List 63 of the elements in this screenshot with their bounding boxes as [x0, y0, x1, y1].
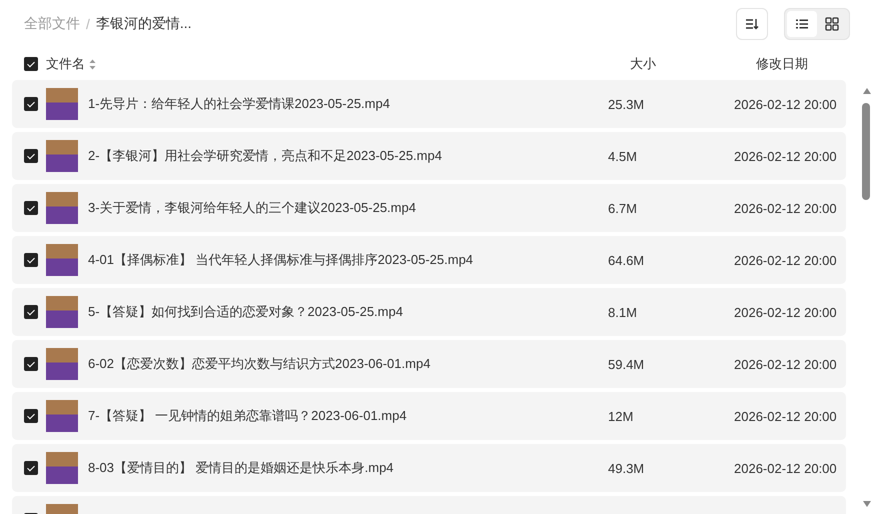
- checkbox[interactable]: [24, 305, 38, 319]
- breadcrumb-item: 李银河的爱情...: [96, 14, 192, 32]
- view-toggle-button[interactable]: [787, 11, 817, 37]
- list-view-icon: [795, 17, 809, 31]
- file-row[interactable]: 5-【答疑】如何找到合适的恋爱对象？2023-05-25.mp4 8.1M 2026-02-12 20:00: [12, 288, 846, 336]
- modified-date: 2026-02-12 20:00: [734, 408, 837, 424]
- modified-date: 2026-02-12 20:00: [734, 460, 837, 476]
- video-thumbnail: [46, 452, 78, 484]
- file-row[interactable]: 3-关于爱情，李银河给年轻人的三个建议2023-05-25.mp4 6.7M 2026-02-12 20:00: [12, 184, 846, 232]
- file-name: 3-关于爱情，李银河给年轻人的三个建议2023-05-25.mp4: [88, 199, 417, 217]
- video-thumbnail: [46, 400, 78, 432]
- video-thumbnail: [46, 192, 78, 224]
- file-size: 59.4M: [608, 356, 646, 372]
- file-name: 6-02【恋爱次数】恋爱平均次数与结识方式2023-06-01.mp4: [88, 355, 432, 373]
- file-name: 4-01【择偶标准】 当代年轻人择偶标准与择偶排序2023-05-25.mp4: [88, 251, 474, 269]
- checkbox[interactable]: [24, 57, 38, 71]
- checkbox[interactable]: [24, 149, 38, 163]
- file-size: 12M: [608, 408, 634, 424]
- checkbox[interactable]: [24, 253, 38, 267]
- sort-button[interactable]: [736, 8, 768, 40]
- video-thumbnail: [46, 348, 78, 380]
- file-row[interactable]: 7-【答疑】 一见钟情的姐弟恋靠谱吗？2023-06-01.mp4 12M 2026-02-12 20:00: [12, 392, 846, 440]
- breadcrumb-separator-icon: /: [86, 16, 90, 32]
- modified-date: 2026-02-12 20:00: [734, 304, 837, 320]
- file-size: 49.3M: [608, 460, 646, 476]
- file-name: 5-【答疑】如何找到合适的恋爱对象？2023-05-25.mp4: [88, 303, 404, 321]
- checkbox[interactable]: [24, 201, 38, 215]
- modified-date: 2026-02-12 20:00: [734, 148, 837, 164]
- file-row[interactable]: 2-【李银河】用社会学研究爱情，亮点和不足2023-05-25.mp4 4.5M 2026-02-12 20:00: [12, 132, 846, 180]
- file-name: 1-先导片：给年轻人的社会学爱情课2023-05-25.mp4: [88, 95, 391, 113]
- scrollbar-thumb[interactable]: [862, 103, 870, 200]
- checkbox[interactable]: [24, 357, 38, 371]
- checkbox[interactable]: [24, 409, 38, 423]
- column-header[interactable]: 大小: [630, 55, 656, 73]
- modified-date: 2026-02-12 20:00: [734, 356, 837, 372]
- file-row[interactable]: 6-02【恋爱次数】恋爱平均次数与结识方式2023-06-01.mp4 59.4M 2026-02-12 20:00: [12, 340, 846, 388]
- file-name: 8-03【爱情目的】 爱情目的是婚姻还是快乐本身.mp4: [88, 459, 395, 477]
- file-row[interactable]: 8-03【爱情目的】 爱情目的是婚姻还是快乐本身.mp4 49.3M 2026-02-12 20:00: [12, 444, 846, 492]
- checkbox[interactable]: [24, 461, 38, 475]
- column-header[interactable]: 修改日期: [756, 55, 808, 73]
- file-name: 2-【李银河】用社会学研究爱情，亮点和不足2023-05-25.mp4: [88, 147, 443, 165]
- scroll-down-icon[interactable]: [862, 500, 872, 508]
- video-thumbnail: [46, 244, 78, 276]
- column-header[interactable]: 文件名: [46, 55, 85, 73]
- file-size: 64.6M: [608, 252, 646, 268]
- modified-date: 2026-02-12 20:00: [734, 96, 837, 112]
- sort-arrows-icon[interactable]: [89, 58, 96, 70]
- grid-view-icon: [825, 17, 839, 31]
- sort-icon: [745, 17, 759, 31]
- modified-date: 2026-02-12 20:00: [734, 200, 837, 216]
- file-row[interactable]: 4-01【择偶标准】 当代年轻人择偶标准与择偶排序2023-05-25.mp4 64.6M 2026-02-12 20:00: [12, 236, 846, 284]
- video-thumbnail: [46, 296, 78, 328]
- video-thumbnail: [46, 140, 78, 172]
- file-name: 7-【答疑】 一见钟情的姐弟恋靠谱吗？2023-06-01.mp4: [88, 407, 408, 425]
- checkbox[interactable]: [24, 97, 38, 111]
- file-row[interactable]: 1-先导片：给年轻人的社会学爱情课2023-05-25.mp4 25.3M 2026-02-12 20:00: [12, 80, 846, 128]
- file-size: 8.1M: [608, 304, 638, 320]
- video-thumbnail: [46, 88, 78, 120]
- file-size: 25.3M: [608, 96, 646, 112]
- modified-date: 2026-02-12 20:00: [734, 252, 837, 268]
- file-size: 4.5M: [608, 148, 638, 164]
- file-size: 6.7M: [608, 200, 638, 216]
- scroll-up-icon[interactable]: [862, 87, 872, 95]
